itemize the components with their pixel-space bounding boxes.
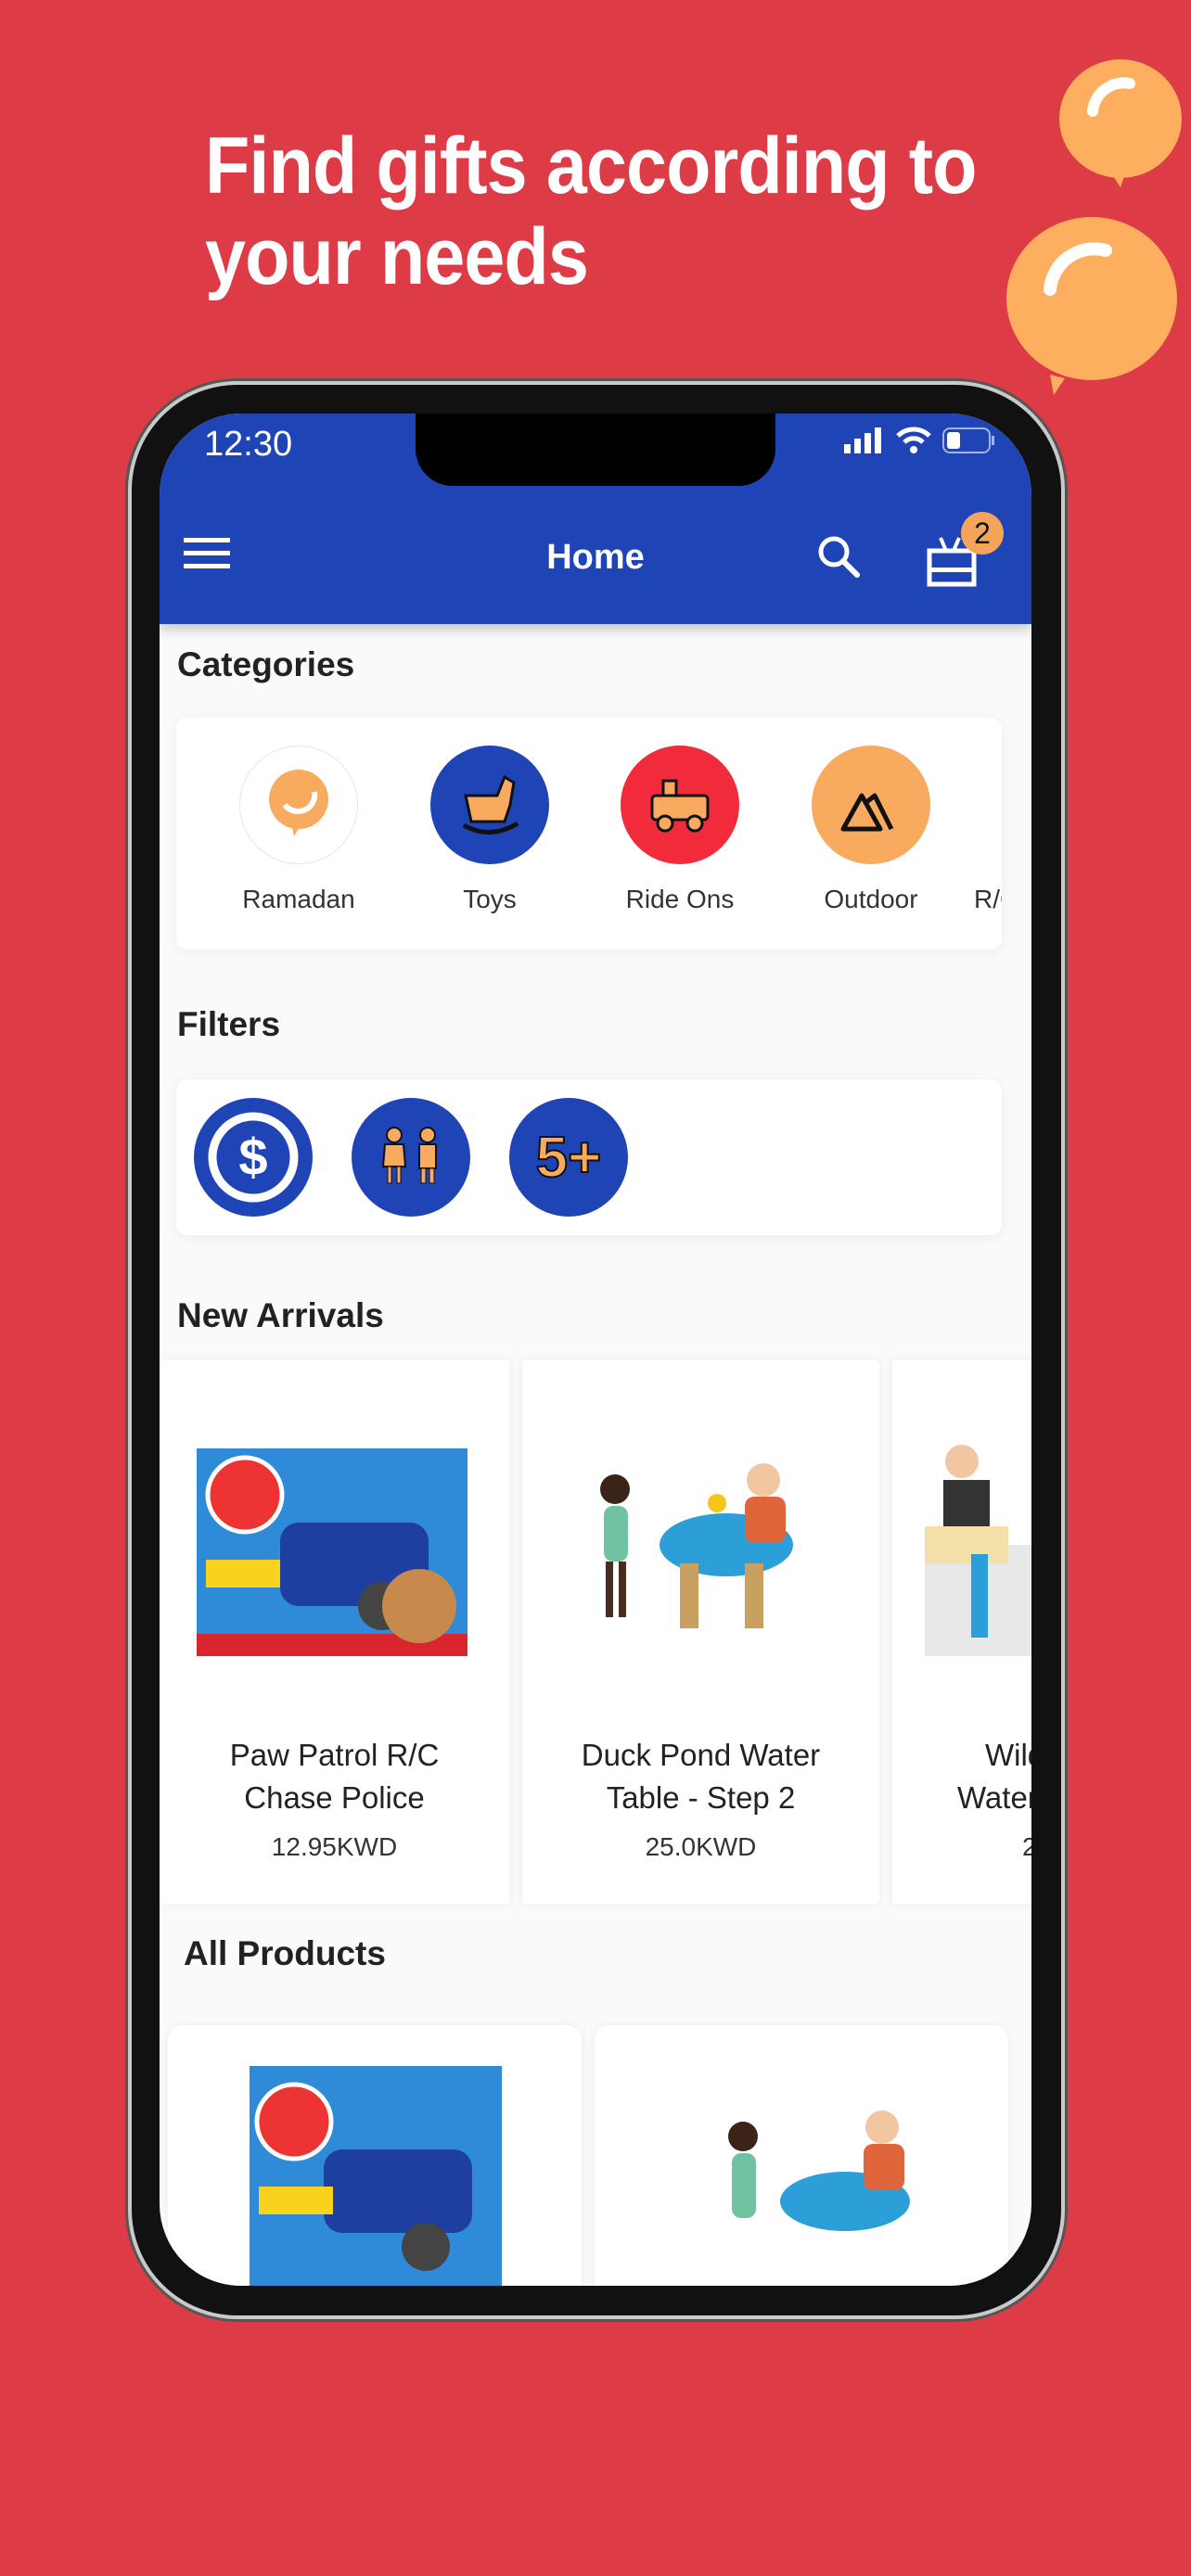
svg-text:$: $ <box>238 1128 267 1186</box>
product-card[interactable]: Paw Patrol R/C Chase Police 12.95KWD <box>160 1359 509 1905</box>
filters-heading: Filters <box>177 1005 281 1043</box>
kids-icon <box>381 1127 437 1184</box>
app-bar: 12:30 Home 2 <box>160 414 1031 624</box>
cart-badge: 2 <box>961 512 1004 555</box>
product-image <box>728 2111 910 2231</box>
category-label: Toys <box>463 885 517 913</box>
category-ramadan[interactable] <box>239 746 358 864</box>
product-title: Duck Pond Water Table - Step 2 <box>522 1734 879 1819</box>
product-title-line: Table - Step 2 <box>606 1780 796 1815</box>
categories-card: Ramadan Toys Ride Ons Outdoor R/C <box>176 718 1002 950</box>
filter-age[interactable]: 5+ <box>509 1098 628 1217</box>
product-image <box>250 2066 502 2286</box>
filter-gender[interactable] <box>352 1098 470 1217</box>
notch <box>416 414 775 486</box>
pyramids-moon-icon <box>840 775 895 832</box>
category-label: Ramadan <box>242 885 355 913</box>
product-title: Paw Patrol R/C Chase Police <box>160 1734 509 1819</box>
signal-icon <box>844 427 881 453</box>
balloon-icon <box>269 770 328 836</box>
wifi-icon <box>896 427 931 453</box>
category-label: Ride Ons <box>625 885 735 913</box>
product-title-line: Water <box>957 1780 1031 1815</box>
product-title: Wild Water <box>911 1734 1031 1819</box>
product-card[interactable]: Duck Pond Water Table - Step 2 25.0KWD <box>522 1359 879 1905</box>
product-image <box>197 1448 467 1656</box>
category-ride-ons[interactable] <box>621 746 739 864</box>
search-icon[interactable] <box>816 534 861 579</box>
ride-on-car-icon <box>650 779 710 833</box>
dollar-icon: $ <box>208 1112 299 1203</box>
product-card[interactable]: Wild Water 2 <box>892 1359 1031 1905</box>
headline-line-2: your needs <box>205 212 589 301</box>
product-title-line: Wild <box>985 1738 1031 1772</box>
headline-line-1: Find gifts according to <box>205 121 977 210</box>
page-title: Home <box>546 538 645 577</box>
battery-icon <box>942 427 994 453</box>
product-title-line: Duck Pond Water <box>581 1738 821 1772</box>
cart-button[interactable]: 2 <box>926 512 1004 588</box>
balloon-icon <box>1059 59 1182 187</box>
promo-headline: Find gifts according to your needs <box>205 121 1058 302</box>
category-label: Outdoor <box>824 885 918 913</box>
category-label[interactable]: R/C <box>974 885 1002 914</box>
rocking-horse-icon <box>462 774 519 835</box>
status-time: 12:30 <box>204 425 293 464</box>
category-outdoor[interactable] <box>812 746 930 864</box>
product-card[interactable] <box>595 2025 1008 2286</box>
product-price: 25.0KWD <box>645 1832 757 1861</box>
filters-card: $ 5+ <box>176 1079 1002 1235</box>
filter-price[interactable]: $ <box>194 1098 313 1217</box>
product-image <box>600 1463 793 1628</box>
age-label: 5+ <box>535 1125 603 1191</box>
all-products-heading: All Products <box>184 1934 386 1972</box>
category-toys[interactable] <box>430 746 549 864</box>
product-title-line: Paw Patrol R/C <box>229 1738 440 1772</box>
product-title-line: Chase Police <box>244 1780 425 1815</box>
status-icons <box>844 427 994 454</box>
app-screen: 12:30 Home 2 Categories Ramadan Toys Rid… <box>160 414 1031 2286</box>
balloon-icon <box>1006 217 1177 395</box>
product-image <box>925 1445 1031 1656</box>
new-arrivals-heading: New Arrivals <box>177 1296 384 1334</box>
product-price: 2 <box>1022 1832 1031 1861</box>
product-card[interactable] <box>168 2025 582 2286</box>
product-price: 12.95KWD <box>271 1832 398 1861</box>
categories-heading: Categories <box>177 645 355 683</box>
